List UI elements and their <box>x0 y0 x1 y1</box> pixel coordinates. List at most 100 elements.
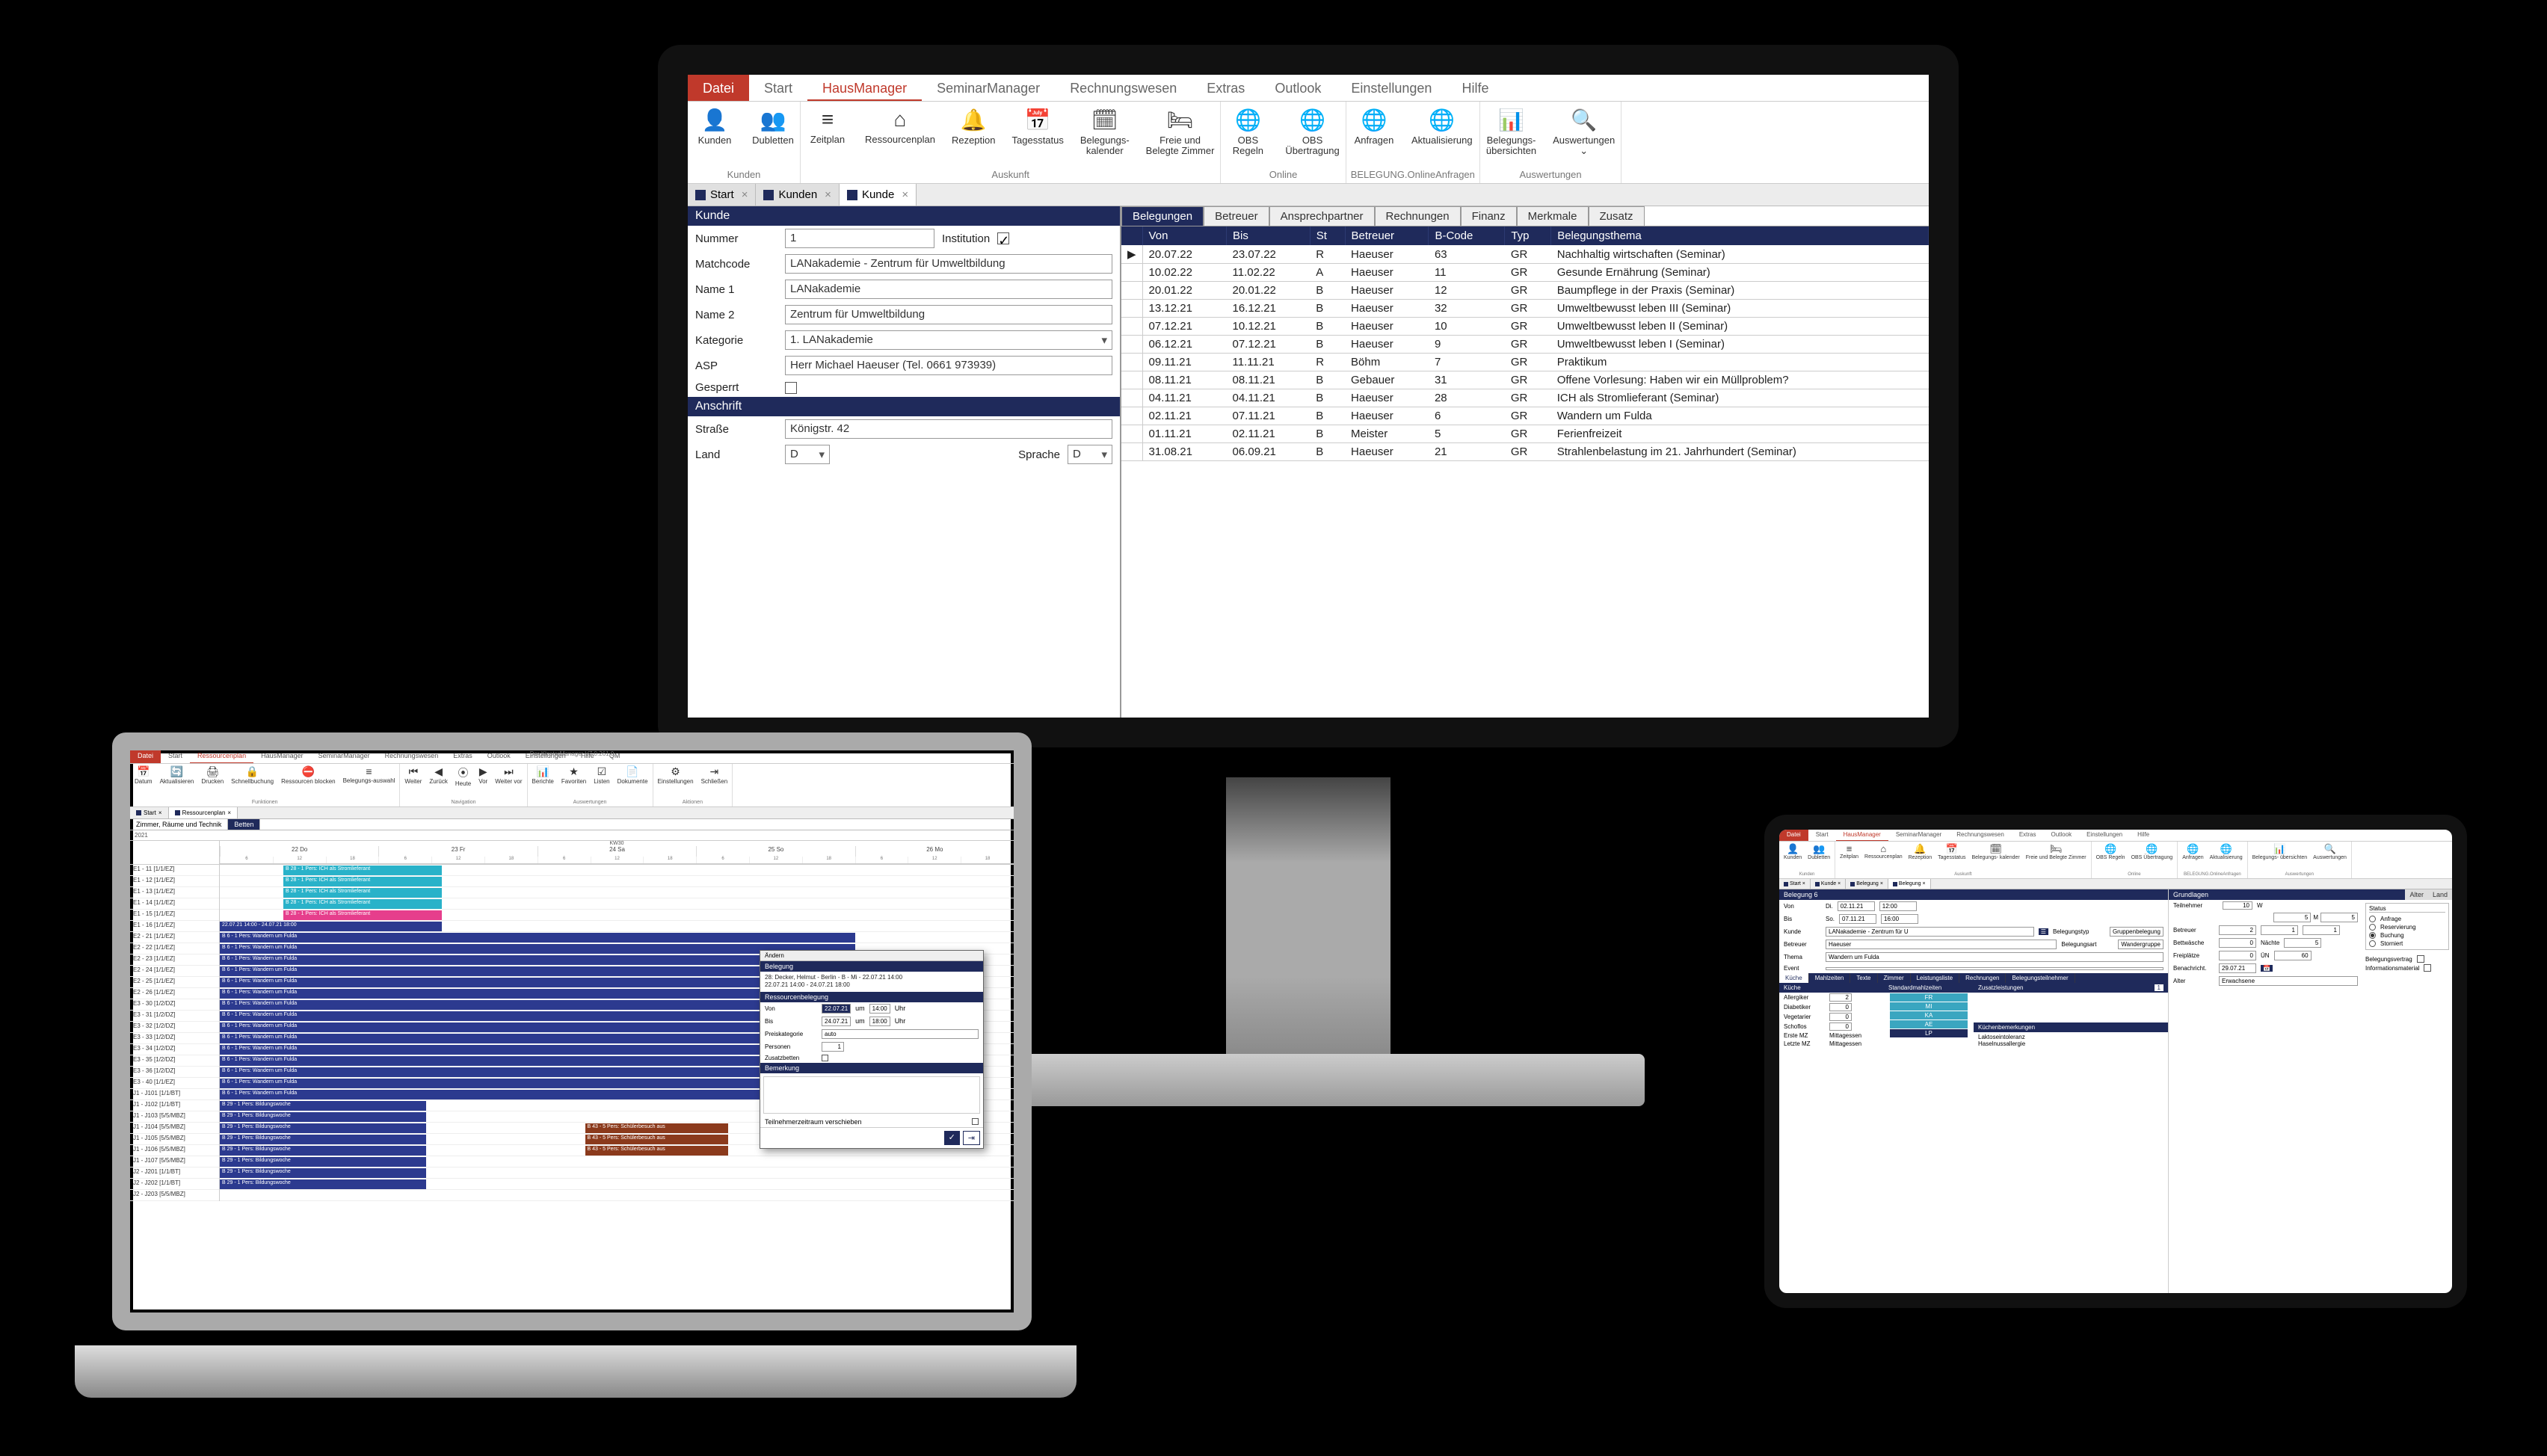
letztemz-select[interactable]: Mittagessen <box>1829 1040 1879 1047</box>
subtab-texte[interactable]: Texte <box>1850 973 1877 983</box>
ribbon-tab-ressourcenplan[interactable]: Ressourcenplan <box>190 750 253 763</box>
status-radio-anfrage[interactable] <box>2369 916 2376 922</box>
gantt-bar[interactable]: B 29 - 1 Pers: Bildungswoche <box>220 1168 426 1178</box>
ribbon-button-tagesstatus[interactable]: 📅Tagesstatus <box>1938 843 1965 872</box>
meal-fr[interactable]: FR <box>1890 993 1968 1002</box>
gantt-bar[interactable]: B 29 - 1 Pers: Bildungswoche <box>220 1146 426 1156</box>
allergiker-field[interactable]: 2 <box>1829 993 1852 1002</box>
t-bis-date[interactable]: 07.11.21 <box>1839 914 1876 924</box>
un-field[interactable]: 60 <box>2274 951 2312 960</box>
w-field[interactable]: 5 <box>2273 913 2311 922</box>
tab-grundlagen[interactable]: Grundlagen <box>2169 889 2405 900</box>
gantt-row[interactable]: B 28 - 1 Pers: ICH als Stromlieferant <box>220 887 1014 898</box>
strasse-field[interactable]: Königstr. 42 <box>785 419 1112 439</box>
gesperrt-checkbox[interactable] <box>785 382 797 394</box>
popup-zusatz-checkbox[interactable] <box>822 1055 828 1061</box>
ribbon-button-anfragen[interactable]: 🌐Anfragen <box>1352 105 1396 167</box>
ribbon-button-vor[interactable]: ▶Vor <box>478 765 487 800</box>
ribbon-button-dubletten[interactable]: 👥Dubletten <box>1808 843 1830 872</box>
resource-plan-gantt[interactable]: 2021 KW30 22 Do23 Fr24 Sa25 So26 Mo 6121… <box>130 830 1014 1310</box>
table-row[interactable]: 01.11.2102.11.21BMeister5GRFerienfreizei… <box>1121 425 1929 443</box>
belegungsvertrag-checkbox[interactable] <box>2417 955 2424 963</box>
close-icon[interactable]: × <box>1838 881 1841 886</box>
tab-rechnungen[interactable]: Rechnungen <box>1375 206 1461 226</box>
ribbon-button-belegungs-[interactable]: 📊Belegungs- übersichten <box>1485 105 1538 167</box>
col-belegungsthema[interactable]: Belegungsthema <box>1551 226 1929 245</box>
t-bis-time[interactable]: 16:00 <box>1881 914 1918 924</box>
close-icon[interactable]: × <box>742 188 748 201</box>
col-von[interactable]: Von <box>1142 226 1226 245</box>
meal-ka[interactable]: KA <box>1890 1011 1968 1019</box>
t-betreuer-field[interactable]: Haeuser <box>1826 940 2057 949</box>
ribbon-button-aktualisieren[interactable]: 🔄Aktualisieren <box>160 765 194 800</box>
doc-tab-start[interactable]: Start× <box>1779 879 1811 889</box>
meal-ae[interactable]: AE <box>1890 1020 1968 1028</box>
vegetarier-field[interactable]: 0 <box>1829 1013 1852 1021</box>
gantt-row[interactable]: B 29 - 1 Pers: Bildungswoche <box>220 1156 1014 1167</box>
ribbon-button-schnellbuchung[interactable]: 🔒Schnellbuchung <box>231 765 274 800</box>
subtab-zimmer[interactable]: Zimmer <box>1878 973 1911 983</box>
gantt-row[interactable]: B 29 - 1 Pers: Bildungswoche <box>220 1167 1014 1179</box>
subtab-rechnungen[interactable]: Rechnungen <box>1959 973 2006 983</box>
t-btg-type[interactable]: Gruppenbelegung <box>2110 927 2163 937</box>
close-icon[interactable]: × <box>158 809 162 816</box>
close-icon[interactable]: × <box>825 188 831 201</box>
freiplaetze-field[interactable]: 0 <box>2219 951 2256 960</box>
gantt-bar[interactable]: B 28 - 1 Pers: ICH als Stromlieferant <box>283 866 442 875</box>
betreuer2-field[interactable]: 2 <box>2219 925 2256 935</box>
betreuer-w-field[interactable]: 1 <box>2261 925 2298 935</box>
table-row[interactable]: 20.01.2220.01.22BHaeuser12GRBaumpflege i… <box>1121 282 1929 300</box>
ribbon-button-obs[interactable]: 🌐OBS Regeln <box>2096 843 2125 872</box>
tab-ansprechpartner[interactable]: Ansprechpartner <box>1269 206 1375 226</box>
gantt-row[interactable]: B 28 - 1 Pers: ICH als Stromlieferant <box>220 865 1014 876</box>
gantt-bar[interactable]: B 29 - 1 Pers: Bildungswoche <box>220 1179 426 1189</box>
status-radio-reservierung[interactable] <box>2369 924 2376 931</box>
doc-tab-belegung[interactable]: Belegung× <box>1888 879 1931 889</box>
ribbon-button-obs[interactable]: 🌐OBS Übertragung <box>2131 843 2173 872</box>
gantt-bar[interactable]: 22.07.21 14:00 - 24.07.21 18:00 <box>220 922 442 931</box>
ribbon-button-ressourcenplan[interactable]: ⌂Ressourcenplan <box>1864 843 1903 872</box>
col-st[interactable]: St <box>1310 226 1345 245</box>
ribbon-tab-outlook[interactable]: Outlook <box>480 750 518 763</box>
ribbon-tab-einstellungen[interactable]: Einstellungen <box>1336 75 1447 101</box>
tab-betreuer[interactable]: Betreuer <box>1204 206 1269 226</box>
gantt-row[interactable]: B 28 - 1 Pers: ICH als Stromlieferant <box>220 898 1014 910</box>
ribbon-tab-extras[interactable]: Extras <box>2012 830 2044 841</box>
ribbon-button-auswertungen[interactable]: 🔍Auswertungen ⌄ <box>1551 105 1616 167</box>
ribbon-button-schließen[interactable]: ⇥Schließen <box>701 765 728 800</box>
col-typ[interactable]: Typ <box>1505 226 1551 245</box>
gantt-row[interactable]: B 6 - 1 Pers: Wandern um Fulda <box>220 932 1014 943</box>
popup-von-time[interactable]: 14:00 <box>869 1004 890 1014</box>
tab-finanz[interactable]: Finanz <box>1461 206 1517 226</box>
ribbon-button-ressourcenplan[interactable]: ⌂Ressourcenplan <box>863 105 937 167</box>
table-row[interactable]: ▶20.07.2223.07.22RHaeuser63GRNachhaltig … <box>1121 245 1929 264</box>
popup-verschieben-checkbox[interactable] <box>972 1118 979 1125</box>
tab-zusatz[interactable]: Zusatz <box>1589 206 1645 226</box>
ribbon-button-einstellungen[interactable]: ⚙Einstellungen <box>658 765 694 800</box>
ribbon-button-kunden[interactable]: 👤Kunden <box>1784 843 1802 872</box>
doc-tab-start[interactable]: Start× <box>130 807 169 818</box>
ribbon-button-weiter[interactable]: ⏮Weiter <box>404 765 422 800</box>
close-icon[interactable]: × <box>1880 881 1883 886</box>
ribbon-tab-seminarmanager[interactable]: SeminarManager <box>311 750 378 763</box>
status-radio-storniert[interactable] <box>2369 940 2376 947</box>
doc-tab-belegung[interactable]: Belegung× <box>1846 879 1888 889</box>
gantt-bar[interactable]: B 29 - 1 Pers: Bildungswoche <box>220 1101 426 1111</box>
tab-merkmale[interactable]: Merkmale <box>1517 206 1589 226</box>
ribbon-button-zurück[interactable]: ◀Zurück <box>429 765 447 800</box>
col-bis[interactable]: Bis <box>1227 226 1311 245</box>
doc-tab-start[interactable]: Start× <box>688 184 756 206</box>
gantt-bar[interactable]: B 43 - 5 Pers: Schülerbesuch aus <box>585 1123 728 1133</box>
doc-tab-kunden[interactable]: Kunden× <box>756 184 839 206</box>
ribbon-button-freie und[interactable]: 🛏Freie und Belegte Zimmer <box>1145 105 1216 167</box>
gantt-bar[interactable]: B 6 - 1 Pers: Wandern um Fulda <box>220 933 855 943</box>
teilnehmer-field[interactable]: 10 <box>2223 901 2252 910</box>
gantt-row[interactable]: B 28 - 1 Pers: ICH als Stromlieferant <box>220 876 1014 887</box>
diabetiker-field[interactable]: 0 <box>1829 1003 1852 1011</box>
ribbon-button-auswertungen[interactable]: 🔍Auswertungen <box>2313 843 2347 872</box>
tab-land[interactable]: Land <box>2428 889 2452 900</box>
ribbon-button-datum[interactable]: 📅Datum <box>135 765 153 800</box>
ribbon-tab-einstellungen[interactable]: Einstellungen <box>518 750 573 763</box>
ribbon-tab-seminarmanager[interactable]: SeminarManager <box>1888 830 1949 841</box>
ribbon-button-obs[interactable]: 🌐OBS Regeln <box>1225 105 1270 167</box>
